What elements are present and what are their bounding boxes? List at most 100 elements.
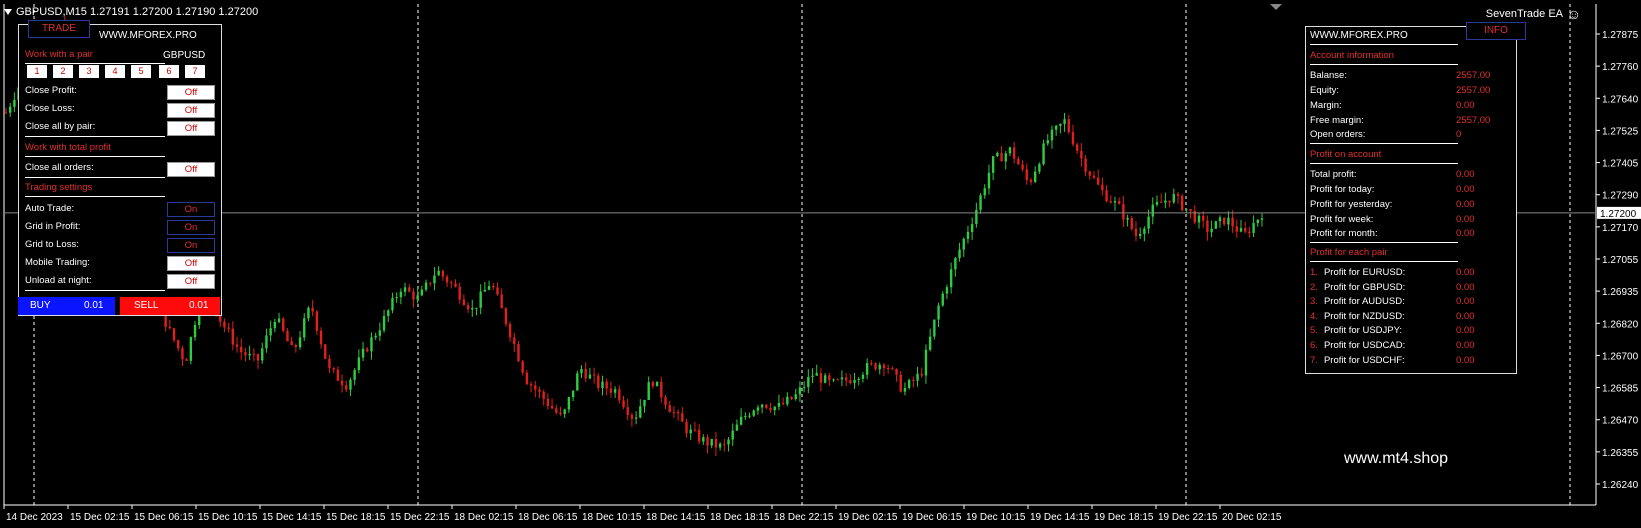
pair-button-4[interactable]: 4 xyxy=(105,65,125,78)
bull-candle xyxy=(702,437,705,442)
bear-candle xyxy=(412,291,415,300)
bull-candle xyxy=(1046,140,1049,144)
bear-candle xyxy=(781,402,785,405)
tab-info[interactable]: INFO xyxy=(1466,22,1526,40)
bear-candle xyxy=(332,368,335,370)
bear-candle xyxy=(555,408,558,413)
bear-candle xyxy=(1243,228,1247,232)
bear-candle xyxy=(1222,217,1226,225)
pair-button-1[interactable]: 1 xyxy=(27,65,47,78)
bear-candle xyxy=(1159,201,1163,203)
pair-button-7[interactable]: 7 xyxy=(185,65,205,78)
pair-button-2[interactable]: 2 xyxy=(53,65,73,78)
bear-candle xyxy=(592,374,596,376)
profit-yesterday-value: 0.00 xyxy=(1456,199,1475,210)
profit-week-label: Profit for week: xyxy=(1310,214,1374,225)
grid-loss-toggle[interactable]: On xyxy=(167,238,215,253)
bull-candle xyxy=(739,416,743,425)
bear-candle xyxy=(891,368,894,370)
grid-profit-toggle[interactable]: On xyxy=(167,220,215,235)
bull-candle xyxy=(777,402,781,407)
pair-button-3[interactable]: 3 xyxy=(79,65,99,78)
bull-candle xyxy=(399,291,403,298)
close-profit-toggle[interactable]: Off xyxy=(167,85,215,100)
bull-candle xyxy=(1059,123,1062,126)
bear-candle xyxy=(4,112,8,114)
section-trading-settings: Trading settings xyxy=(25,182,165,197)
bull-candle xyxy=(991,156,995,173)
total-profit-label: Total profit: xyxy=(1310,169,1357,180)
bull-candle xyxy=(786,396,789,405)
bear-candle xyxy=(1206,220,1209,233)
bull-candle xyxy=(773,406,776,411)
bear-candle xyxy=(1109,201,1112,203)
bear-candle xyxy=(651,382,655,387)
tab-trade[interactable]: TRADE xyxy=(28,20,90,38)
sell-button[interactable]: SELL 0.01 xyxy=(120,297,220,315)
bear-candle xyxy=(1021,164,1024,170)
bear-candle xyxy=(1084,158,1087,172)
bear-candle xyxy=(282,318,285,331)
price-tick-label: 1.27170 xyxy=(1602,223,1639,234)
bear-candle xyxy=(1101,184,1104,191)
bear-candle xyxy=(508,323,512,338)
bull-candle xyxy=(1054,125,1058,130)
buy-label: BUY xyxy=(30,300,51,311)
bear-candle xyxy=(693,429,697,431)
bear-candle xyxy=(290,341,293,346)
bear-candle xyxy=(920,373,923,376)
bull-candle xyxy=(588,374,592,379)
close-loss-toggle[interactable]: Off xyxy=(167,103,215,118)
auto-trade-toggle[interactable]: On xyxy=(167,202,215,217)
bull-candle xyxy=(571,390,575,398)
bear-candle xyxy=(1231,217,1234,227)
dropdown-triangle-icon[interactable] xyxy=(4,9,12,16)
bull-candle xyxy=(966,231,970,239)
pair-index: 2. xyxy=(1310,281,1318,293)
bear-candle xyxy=(1025,169,1028,180)
close-all-orders-toggle[interactable]: Off xyxy=(167,162,215,177)
bull-candle xyxy=(378,330,382,336)
pair-button-5[interactable]: 5 xyxy=(131,65,151,78)
mobile-trading-toggle[interactable]: Off xyxy=(167,256,215,271)
close-all-pair-toggle[interactable]: Off xyxy=(167,121,215,136)
bear-candle xyxy=(168,326,172,329)
bear-candle xyxy=(252,353,256,355)
bull-candle xyxy=(1063,119,1066,124)
pair-profit-label: 4. Profit for NZDUSD: xyxy=(1310,311,1405,322)
bear-candle xyxy=(458,286,461,300)
bull-candle xyxy=(1126,218,1129,220)
bull-candle xyxy=(269,328,272,336)
unload-night-toggle[interactable]: Off xyxy=(167,274,215,289)
price-tick-label: 1.27290 xyxy=(1602,191,1639,202)
bear-candle xyxy=(609,388,613,393)
bull-candle xyxy=(613,389,617,393)
bear-candle xyxy=(664,397,667,406)
bear-candle xyxy=(408,287,411,292)
bear-candle xyxy=(597,375,600,388)
bear-candle xyxy=(1130,218,1133,229)
price-axis: 1.27875 1.27760 1.27640 1.27525 1.27405 1.272… xyxy=(1596,30,1639,491)
buy-button[interactable]: BUY 0.01 xyxy=(18,297,115,315)
bull-candle xyxy=(1008,147,1012,154)
bull-candle xyxy=(987,172,991,189)
pair-button-6[interactable]: 6 xyxy=(159,65,179,78)
bear-candle xyxy=(231,328,235,345)
bull-candle xyxy=(798,387,802,395)
bull-candle xyxy=(1164,200,1167,203)
bull-candle xyxy=(1227,217,1230,225)
bull-candle xyxy=(807,376,810,387)
bear-candle xyxy=(676,412,680,414)
pair-profit-value: 0.00 xyxy=(1456,281,1475,293)
bull-candle xyxy=(937,305,940,320)
bull-candle xyxy=(487,286,491,290)
close-all-pair-label: Close all by pair: xyxy=(25,121,165,137)
bull-candle xyxy=(924,349,928,376)
chart-header: GBPUSD,M15 1.27191 1.27200 1.27190 1.272… xyxy=(4,6,258,18)
bear-candle xyxy=(1075,144,1079,151)
bear-candle xyxy=(223,321,226,328)
section-work-pair: Work with a pair xyxy=(25,49,165,64)
bear-candle xyxy=(496,287,499,295)
section-account-info: Account information xyxy=(1310,50,1458,65)
bull-candle xyxy=(361,348,365,358)
